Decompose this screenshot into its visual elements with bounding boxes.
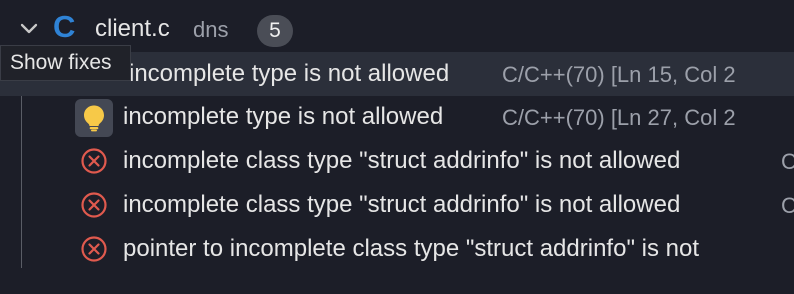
- problem-source: C/C++(70) [Ln 15, Col 2: [502, 62, 736, 87]
- problem-row[interactable]: incomplete type is not allowed C/C++(70)…: [0, 95, 794, 139]
- error-icon: [81, 192, 107, 218]
- problem-source: C/C++(70) [Ln 27, Col 2: [502, 105, 736, 130]
- chevron-down-icon[interactable]: [18, 17, 40, 39]
- error-icon: [81, 148, 107, 174]
- file-name: client.c: [95, 15, 170, 42]
- problem-message: incomplete type is not allowed: [129, 60, 450, 87]
- problem-source: C: [781, 193, 794, 218]
- problem-message: incomplete class type "struct addrinfo" …: [123, 191, 681, 218]
- c-language-icon: C: [53, 9, 76, 44]
- problem-row[interactable]: incomplete class type "struct addrinfo" …: [0, 183, 794, 227]
- problem-message: pointer to incomplete class type "struct…: [123, 235, 699, 262]
- problem-message: incomplete class type "struct addrinfo" …: [123, 147, 681, 174]
- show-fixes-tooltip: Show fixes: [0, 45, 131, 81]
- problem-message: incomplete type is not allowed: [123, 103, 444, 130]
- problems-panel: C client.c dns 5 incomplete type is not …: [0, 0, 794, 294]
- problem-row[interactable]: pointer to incomplete class type "struct…: [0, 227, 794, 271]
- lightbulb-icon: [84, 105, 104, 132]
- show-fixes-button[interactable]: [75, 99, 113, 137]
- problem-count-badge: 5: [257, 15, 293, 47]
- folder-name: dns: [193, 17, 229, 42]
- problem-row[interactable]: incomplete class type "struct addrinfo" …: [0, 139, 794, 183]
- problem-source: C: [781, 149, 794, 174]
- error-icon: [81, 236, 107, 262]
